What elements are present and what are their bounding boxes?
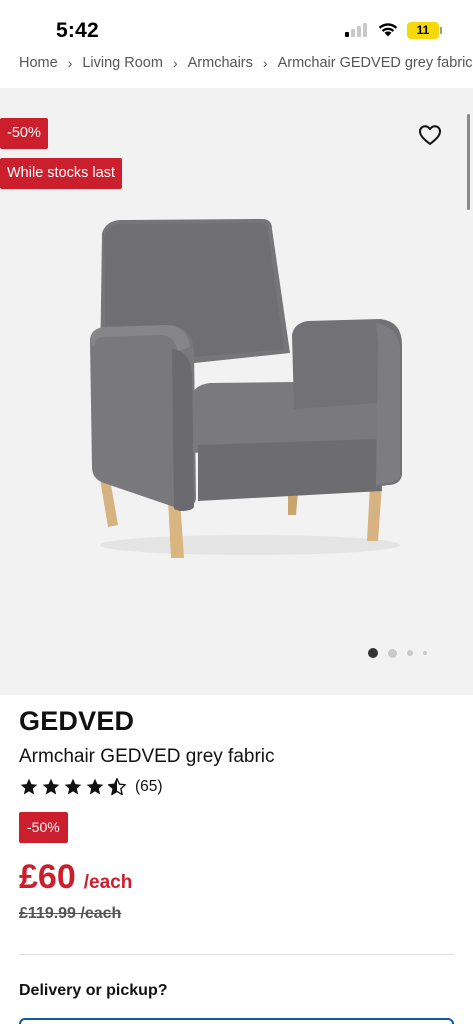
delivery-option-box[interactable] [19, 1018, 454, 1024]
review-count[interactable]: (65) [135, 778, 163, 796]
star-full-icon [64, 778, 82, 795]
star-full-icon [20, 778, 38, 795]
wifi-icon [378, 23, 398, 37]
delivery-heading: Delivery or pickup? [19, 982, 168, 999]
discount-badge: -50% [0, 118, 48, 149]
stock-badge: While stocks last [0, 158, 122, 189]
star-half-icon [108, 778, 127, 796]
carousel-dot[interactable] [388, 648, 397, 658]
star-rating [19, 777, 129, 797]
carousel-dots[interactable] [368, 648, 437, 658]
product-gallery[interactable]: -50% While stocks last [0, 88, 473, 695]
chevron-right-icon: › [172, 55, 178, 71]
product-brand: GEDVED [19, 706, 135, 736]
breadcrumb-current[interactable]: Armchair GEDVED grey fabric [278, 55, 473, 71]
scrollbar-thumb[interactable] [467, 114, 470, 210]
previous-price: £119.99 /each [19, 905, 122, 922]
star-full-icon [86, 778, 104, 795]
star-full-icon [42, 778, 60, 795]
current-price: £60 [19, 858, 76, 896]
battery-icon: 11 [407, 22, 439, 39]
price-unit: /each [83, 872, 133, 893]
discount-badge-small: -50% [19, 812, 68, 843]
breadcrumb-home[interactable]: Home [19, 55, 58, 71]
breadcrumb-living-room[interactable]: Living Room [82, 55, 163, 71]
status-time: 5:42 [56, 19, 99, 42]
heart-icon[interactable] [418, 124, 442, 146]
carousel-dot[interactable] [407, 650, 413, 656]
cellular-signal-icon [345, 23, 371, 37]
breadcrumb-armchairs[interactable]: Armchairs [188, 55, 253, 71]
product-image [90, 219, 402, 558]
chevron-right-icon: › [262, 55, 268, 71]
battery-tip [440, 27, 442, 34]
price-row: £60 /each [19, 858, 132, 897]
carousel-dot-active[interactable] [368, 648, 378, 658]
divider [19, 954, 454, 955]
breadcrumb: Home › Living Room › Armchairs › Armchai… [19, 52, 473, 74]
chevron-right-icon: › [67, 55, 73, 71]
status-bar: 5:42 11 [0, 0, 473, 46]
product-name: Armchair GEDVED grey fabric [19, 746, 275, 767]
rating[interactable]: (65) [19, 777, 163, 797]
carousel-dot[interactable] [423, 651, 427, 655]
